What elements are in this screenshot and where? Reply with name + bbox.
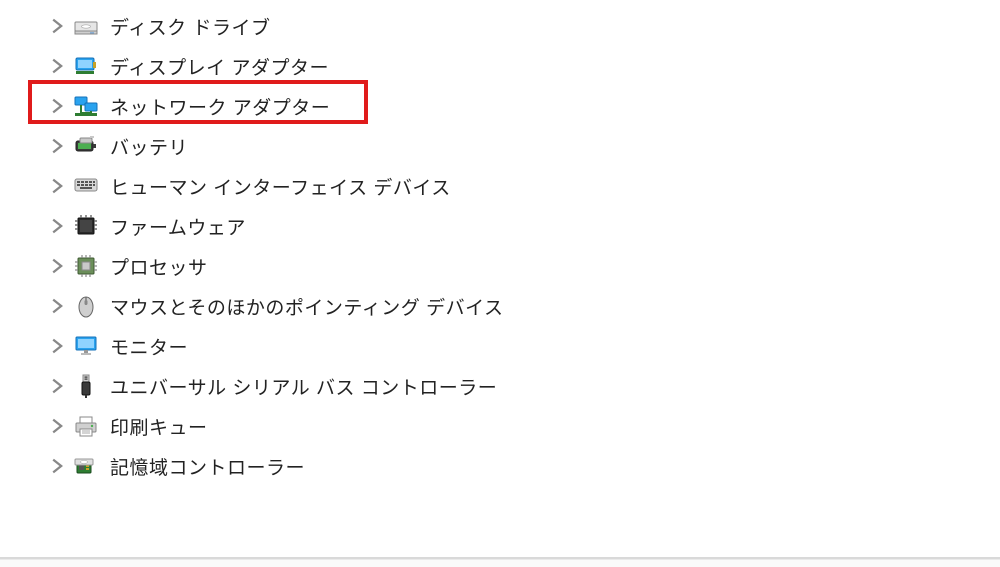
chevron-right-icon[interactable] — [50, 58, 66, 74]
chevron-right-icon[interactable] — [50, 458, 66, 474]
disk-drive-icon — [72, 12, 100, 40]
network-adapter-icon — [72, 92, 100, 120]
tree-item-hid[interactable]: ヒューマン インターフェイス デバイス — [50, 166, 1000, 206]
tree-item-label: 印刷キュー — [110, 413, 208, 440]
storage-controller-icon — [72, 452, 100, 480]
chevron-right-icon[interactable] — [50, 138, 66, 154]
chevron-right-icon[interactable] — [50, 298, 66, 314]
tree-item-label: モニター — [110, 333, 188, 360]
tree-item-processors[interactable]: プロセッサ — [50, 246, 1000, 286]
printer-icon — [72, 412, 100, 440]
tree-item-label: バッテリ — [110, 133, 188, 160]
tree-item-label: 記憶域コントローラー — [110, 453, 305, 480]
chevron-right-icon[interactable] — [50, 338, 66, 354]
tree-item-disk-drives[interactable]: ディスク ドライブ — [50, 6, 1000, 46]
tree-item-monitors[interactable]: モニター — [50, 326, 1000, 366]
display-adapter-icon — [72, 52, 100, 80]
chevron-right-icon[interactable] — [50, 418, 66, 434]
hid-icon — [72, 172, 100, 200]
tree-item-display-adapters[interactable]: ディスプレイ アダプター — [50, 46, 1000, 86]
tree-item-label: プロセッサ — [110, 253, 208, 280]
battery-icon — [72, 132, 100, 160]
tree-item-print-queues[interactable]: 印刷キュー — [50, 406, 1000, 446]
usb-icon — [72, 372, 100, 400]
tree-item-label: ディスプレイ アダプター — [110, 53, 329, 80]
tree-item-label: ネットワーク アダプター — [110, 93, 330, 120]
mouse-icon — [72, 292, 100, 320]
monitor-icon — [72, 332, 100, 360]
tree-item-label: ヒューマン インターフェイス デバイス — [110, 173, 451, 200]
chevron-right-icon[interactable] — [50, 178, 66, 194]
tree-item-network-adapters[interactable]: ネットワーク アダプター — [50, 86, 1000, 126]
device-tree: ディスク ドライブ ディスプレイ アダプター — [0, 0, 1000, 486]
chevron-right-icon[interactable] — [50, 258, 66, 274]
tree-item-mice[interactable]: マウスとそのほかのポインティング デバイス — [50, 286, 1000, 326]
chevron-right-icon[interactable] — [50, 378, 66, 394]
tree-item-label: ディスク ドライブ — [110, 13, 270, 40]
firmware-icon — [72, 212, 100, 240]
chevron-right-icon[interactable] — [50, 98, 66, 114]
processor-icon — [72, 252, 100, 280]
tree-item-label: マウスとそのほかのポインティング デバイス — [110, 293, 504, 320]
status-bar — [0, 559, 1000, 567]
tree-item-label: ユニバーサル シリアル バス コントローラー — [110, 373, 497, 400]
chevron-right-icon[interactable] — [50, 18, 66, 34]
tree-item-batteries[interactable]: バッテリ — [50, 126, 1000, 166]
chevron-right-icon[interactable] — [50, 218, 66, 234]
tree-item-storage-controllers[interactable]: 記憶域コントローラー — [50, 446, 1000, 486]
tree-item-usb-controllers[interactable]: ユニバーサル シリアル バス コントローラー — [50, 366, 1000, 406]
tree-item-label: ファームウェア — [110, 213, 246, 240]
tree-item-firmware[interactable]: ファームウェア — [50, 206, 1000, 246]
